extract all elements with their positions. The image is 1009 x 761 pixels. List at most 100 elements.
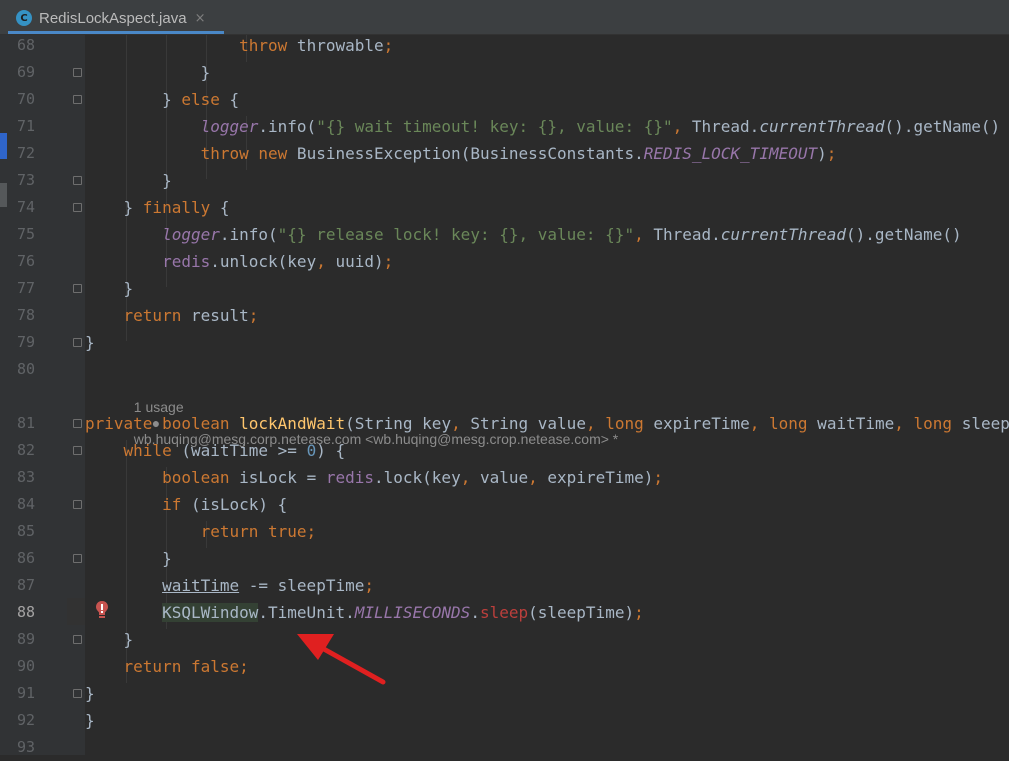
line-number[interactable]: 82 bbox=[17, 437, 47, 464]
code-line[interactable]: KSQLWindow.TimeUnit.MILLISECONDS.sleep(s… bbox=[85, 599, 1009, 626]
line-number[interactable]: 90 bbox=[17, 653, 47, 680]
line-number[interactable]: 86 bbox=[17, 545, 47, 572]
code-line[interactable]: return true; bbox=[85, 518, 1009, 545]
code-line[interactable]: return result; bbox=[85, 302, 1009, 329]
code-token: -= sleepTime bbox=[239, 576, 365, 595]
code-token: , bbox=[749, 414, 760, 433]
fold-toggle-icon[interactable] bbox=[73, 554, 82, 563]
code-token: } bbox=[85, 630, 134, 649]
error-bulb-icon[interactable] bbox=[94, 599, 110, 621]
code-line[interactable]: logger.info("{} wait timeout! key: {}, v… bbox=[85, 113, 1009, 140]
fold-toggle-icon[interactable] bbox=[73, 419, 82, 428]
line-number[interactable]: 79 bbox=[17, 329, 47, 356]
fold-toggle-icon[interactable] bbox=[73, 500, 82, 509]
java-class-icon: C bbox=[16, 10, 32, 26]
code-line[interactable]: logger.info("{} release lock! key: {}, v… bbox=[85, 221, 1009, 248]
code-line[interactable]: } bbox=[85, 275, 1009, 302]
fold-toggle-icon[interactable] bbox=[73, 68, 82, 77]
code-line[interactable]: return false; bbox=[85, 653, 1009, 680]
code-token: else bbox=[181, 90, 220, 109]
fold-toggle-icon[interactable] bbox=[73, 689, 82, 698]
author-hint[interactable]: wb.huqing@mesg.corp.netease.com <wb.huqi… bbox=[134, 431, 618, 447]
code-line[interactable] bbox=[85, 734, 1009, 755]
code-token: return false; bbox=[123, 657, 249, 676]
code-line[interactable]: } bbox=[85, 59, 1009, 86]
line-number[interactable]: 89 bbox=[17, 626, 47, 653]
close-icon[interactable]: × bbox=[195, 11, 206, 26]
fold-toggle-icon[interactable] bbox=[73, 284, 82, 293]
code-vision-hint[interactable]: 1 usage ● wb.huqing@mesg.corp.netease.co… bbox=[126, 383, 618, 447]
line-number[interactable]: 71 bbox=[17, 113, 47, 140]
code-token: logger bbox=[162, 225, 220, 244]
fold-toggle-icon[interactable] bbox=[73, 446, 82, 455]
code-token: .lock(key bbox=[374, 468, 461, 487]
code-token: } bbox=[85, 549, 172, 568]
editor-gutter[interactable]: 68 69 70 71 72 73 74 75 76 77 78 79 80 81 82 83 84 85 86 87… bbox=[7, 32, 85, 756]
code-line[interactable]: } finally { bbox=[85, 194, 1009, 221]
code-token: boolean bbox=[162, 468, 230, 487]
code-line[interactable]: } bbox=[85, 626, 1009, 653]
code-token: sleep bbox=[479, 603, 529, 622]
code-token: , bbox=[894, 414, 904, 433]
code-token: ; bbox=[364, 576, 374, 595]
fold-toggle-icon[interactable] bbox=[73, 338, 82, 347]
code-line[interactable]: throw new BusinessException(BusinessCons… bbox=[85, 140, 1009, 167]
code-line[interactable]: } bbox=[85, 707, 1009, 734]
line-number[interactable]: 88 bbox=[17, 599, 47, 626]
code-line[interactable]: boolean isLock = redis.lock(key, value, … bbox=[85, 464, 1009, 491]
line-number[interactable]: 77 bbox=[17, 275, 47, 302]
line-number[interactable]: 93 bbox=[17, 734, 47, 761]
line-number[interactable]: 78 bbox=[17, 302, 47, 329]
line-number[interactable]: 81 bbox=[17, 410, 47, 437]
code-token: ; bbox=[248, 306, 259, 325]
author-icon: ● bbox=[151, 415, 161, 431]
code-token: Thread. bbox=[643, 225, 721, 244]
code-token: (sleepTime) bbox=[528, 603, 635, 622]
fold-toggle-icon[interactable] bbox=[73, 203, 82, 212]
line-number[interactable]: 83 bbox=[17, 464, 47, 491]
code-token: .info( bbox=[219, 225, 278, 244]
line-number[interactable]: 69 bbox=[17, 59, 47, 86]
line-number[interactable]: 68 bbox=[17, 32, 47, 59]
code-line[interactable]: if (isLock) { bbox=[85, 491, 1009, 518]
line-number[interactable]: 76 bbox=[17, 248, 47, 275]
code-token: { bbox=[219, 90, 240, 109]
line-number[interactable]: 70 bbox=[17, 86, 47, 113]
line-number[interactable]: 84 bbox=[17, 491, 47, 518]
line-number[interactable]: 75 bbox=[17, 221, 47, 248]
code-token: (isLock) { bbox=[181, 495, 288, 514]
code-line[interactable]: } bbox=[85, 545, 1009, 572]
code-line[interactable]: } bbox=[85, 167, 1009, 194]
line-number[interactable]: 80 bbox=[17, 356, 47, 383]
fold-toggle-icon[interactable] bbox=[73, 95, 82, 104]
line-number[interactable]: 73 bbox=[17, 167, 47, 194]
line-number[interactable]: 72 bbox=[17, 140, 47, 167]
fold-toggle-icon[interactable] bbox=[73, 635, 82, 644]
code-token: value bbox=[470, 468, 529, 487]
code-token: } bbox=[85, 711, 95, 730]
code-line[interactable]: } else { bbox=[85, 86, 1009, 113]
code-line[interactable]: } bbox=[85, 329, 1009, 356]
code-line[interactable]: waitTime -= sleepTime; bbox=[85, 572, 1009, 599]
code-token: waitTime bbox=[162, 576, 240, 595]
line-number[interactable]: 92 bbox=[17, 707, 47, 734]
code-line[interactable] bbox=[85, 356, 1009, 383]
line-number[interactable]: 87 bbox=[17, 572, 47, 599]
code-line[interactable]: } bbox=[85, 680, 1009, 707]
code-token: throwable bbox=[287, 36, 384, 55]
left-tool-strip bbox=[0, 35, 7, 755]
fold-toggle-icon[interactable] bbox=[73, 176, 82, 185]
usages-hint[interactable]: 1 usage bbox=[134, 399, 184, 415]
tab-redis-lock-aspect[interactable]: C RedisLockAspect.java × bbox=[8, 3, 224, 34]
code-line[interactable]: redis.unlock(key, uuid); bbox=[85, 248, 1009, 275]
line-number[interactable]: 85 bbox=[17, 518, 47, 545]
line-number[interactable]: 74 bbox=[17, 194, 47, 221]
code-line[interactable]: throw throwable; bbox=[85, 35, 1009, 59]
code-token: } bbox=[85, 63, 211, 82]
line-number[interactable]: 91 bbox=[17, 680, 47, 707]
